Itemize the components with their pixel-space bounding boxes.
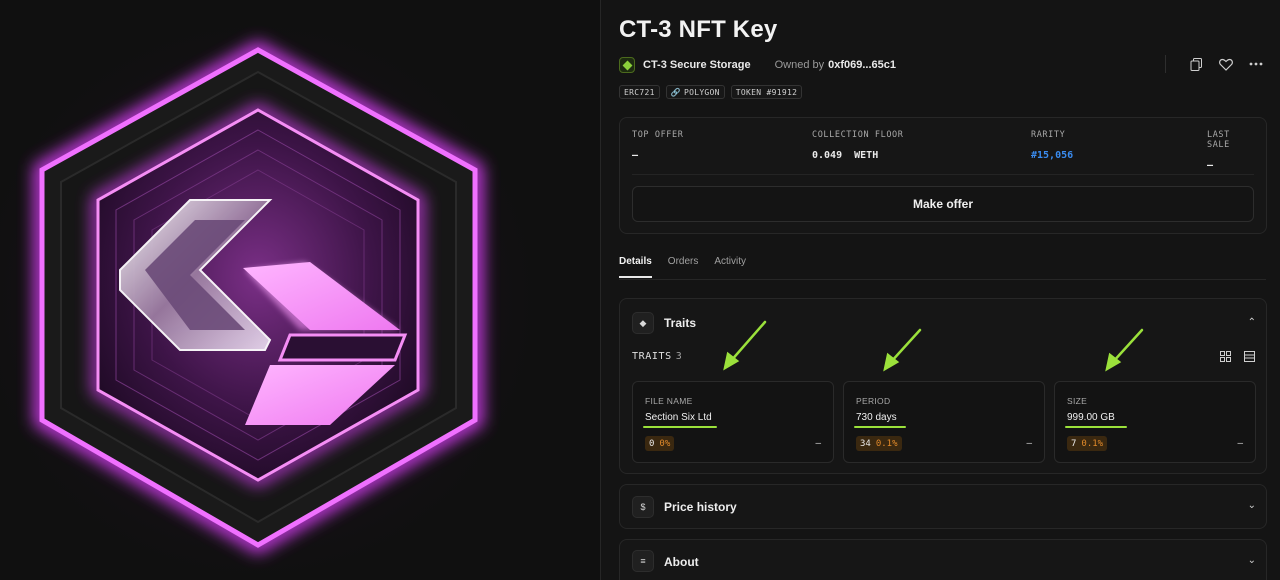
annotation-arrow (888, 328, 922, 365)
annotation-arrow (1110, 328, 1144, 365)
annotation-arrows (723, 320, 1144, 372)
annotation-arrow (728, 320, 767, 364)
